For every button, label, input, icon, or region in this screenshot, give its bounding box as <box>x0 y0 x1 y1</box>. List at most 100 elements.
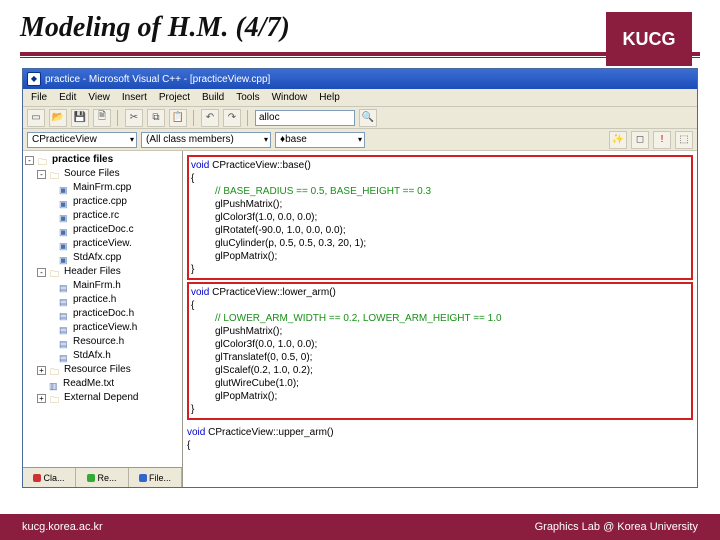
code-line: glColor3f(0.0, 1.0, 0.0); <box>191 338 689 351</box>
code-line: glRotatef(-90.0, 1.0, 0.0, 0.0); <box>191 224 689 237</box>
tab-classview[interactable]: Cla... <box>23 468 76 487</box>
menu-tools[interactable]: Tools <box>230 90 265 105</box>
cpp-file-icon: ▣ <box>59 225 71 235</box>
tree-file[interactable]: practiceDoc.c <box>73 223 134 237</box>
tab-fileview[interactable]: File... <box>129 468 182 487</box>
tree-file[interactable]: practiceView. <box>73 237 132 251</box>
tree-root[interactable]: practice files <box>52 153 113 167</box>
open-icon[interactable]: 📂 <box>49 109 67 127</box>
menu-insert[interactable]: Insert <box>116 90 153 105</box>
tree-file[interactable]: StdAfx.cpp <box>73 251 121 265</box>
tree-file[interactable]: practice.cpp <box>73 195 127 209</box>
class-toolbar: CPracticeView (All class members) ♦ base… <box>23 129 697 151</box>
tree-file[interactable]: MainFrm.h <box>73 279 121 293</box>
tree-file[interactable]: ReadMe.txt <box>63 377 114 391</box>
expand-icon[interactable]: + <box>37 394 46 403</box>
h-file-icon: ▤ <box>59 323 71 333</box>
menu-file[interactable]: File <box>25 90 53 105</box>
menubar: File Edit View Insert Project Build Tool… <box>23 89 697 107</box>
save-all-icon[interactable]: 🗎 <box>93 109 111 127</box>
ide-window: ◆ practice - Microsoft Visual C++ - [pra… <box>22 68 698 488</box>
menu-window[interactable]: Window <box>266 90 314 105</box>
kucg-badge: KUCG <box>606 12 692 66</box>
h-file-icon: ▤ <box>59 337 71 347</box>
find-combo[interactable]: alloc <box>255 110 355 126</box>
h-file-icon: ▤ <box>59 309 71 319</box>
resourceview-icon <box>87 474 95 482</box>
highlighted-block-lower-arm: void CPracticeView::lower_arm() { // LOW… <box>187 282 693 420</box>
workspace-tabs: Cla... Re... File... <box>23 467 182 487</box>
tree-folder-external[interactable]: External Depend <box>64 391 139 405</box>
cut-icon[interactable]: ✂ <box>125 109 143 127</box>
tree-file[interactable]: StdAfx.h <box>73 349 111 363</box>
fileview-icon <box>139 474 147 482</box>
tree-file[interactable]: Resource.h <box>73 335 124 349</box>
window-title: practice - Microsoft Visual C++ - [pract… <box>45 74 270 85</box>
members-dropdown[interactable]: (All class members) <box>141 132 271 148</box>
menu-project[interactable]: Project <box>153 90 196 105</box>
undo-icon[interactable]: ↶ <box>201 109 219 127</box>
cpp-file-icon: ▣ <box>59 253 71 263</box>
code-line: glTranslatef(0, 0.5, 0); <box>191 351 689 364</box>
alert-icon[interactable]: ! <box>653 131 671 149</box>
tree-file[interactable]: practiceDoc.h <box>73 307 134 321</box>
tab-resourceview[interactable]: Re... <box>76 468 129 487</box>
tree-folder-header[interactable]: Header Files <box>64 265 121 279</box>
fn1-sig: CPracticeView::base() <box>212 160 311 171</box>
tree-file[interactable]: practice.rc <box>73 209 119 223</box>
code-line: glPopMatrix(); <box>191 250 689 263</box>
fn2-sig: CPracticeView::lower_arm() <box>212 287 336 298</box>
redo-icon[interactable]: ↷ <box>223 109 241 127</box>
tree-file[interactable]: practice.h <box>73 293 116 307</box>
menu-view[interactable]: View <box>82 90 116 105</box>
bookmark-icon[interactable]: ◻ <box>631 131 649 149</box>
folder-icon: 🗀 <box>50 267 62 277</box>
footer-left: kucg.korea.ac.kr <box>22 521 103 533</box>
menu-edit[interactable]: Edit <box>53 90 82 105</box>
collapse-icon[interactable]: - <box>37 170 46 179</box>
code-comment: // BASE_RADIUS == 0.5, BASE_HEIGHT == 0.… <box>191 185 689 198</box>
collapse-icon[interactable]: - <box>25 156 34 165</box>
tree-folder-source[interactable]: Source Files <box>64 167 120 181</box>
standard-toolbar: ▭ 📂 💾 🗎 ✂ ⧉ 📋 ↶ ↷ alloc 🔍 <box>23 107 697 129</box>
copy-icon[interactable]: ⧉ <box>147 109 165 127</box>
tree-file[interactable]: practiceView.h <box>73 321 137 335</box>
classview-icon <box>33 474 41 482</box>
tab-label: Cla... <box>43 473 64 483</box>
toolbar-separator <box>247 110 249 126</box>
window-titlebar[interactable]: ◆ practice - Microsoft Visual C++ - [pra… <box>23 69 697 89</box>
h-file-icon: ▤ <box>59 351 71 361</box>
app-icon: ◆ <box>27 72 41 86</box>
code-line: glColor3f(1.0, 0.0, 0.0); <box>191 211 689 224</box>
code-editor[interactable]: void CPracticeView::base() { // BASE_RAD… <box>183 151 697 487</box>
collapse-icon[interactable]: - <box>37 268 46 277</box>
footer-right: Graphics Lab @ Korea University <box>535 521 698 533</box>
tree-folder-resource[interactable]: Resource Files <box>64 363 131 377</box>
folder-icon: 🗀 <box>50 393 62 403</box>
cpp-file-icon: ▣ <box>59 183 71 193</box>
workspace-icon: 🗀 <box>38 155 50 165</box>
cpp-file-icon: ▣ <box>59 239 71 249</box>
new-file-icon[interactable]: ▭ <box>27 109 45 127</box>
file-tree[interactable]: -🗀practice files -🗀Source Files ▣MainFrm… <box>23 151 182 467</box>
fn3-sig: CPracticeView::upper_arm() <box>208 427 333 438</box>
function-dropdown-label: base <box>285 134 307 145</box>
tab-label: File... <box>149 473 171 483</box>
wizard-icon[interactable]: ✨ <box>609 131 627 149</box>
function-dropdown[interactable]: ♦ base <box>275 132 365 148</box>
ide-main: -🗀practice files -🗀Source Files ▣MainFrm… <box>23 151 697 487</box>
project-icon[interactable]: ⬚ <box>675 131 693 149</box>
save-icon[interactable]: 💾 <box>71 109 89 127</box>
menu-help[interactable]: Help <box>313 90 346 105</box>
code-comment: // LOWER_ARM_WIDTH == 0.2, LOWER_ARM_HEI… <box>191 312 689 325</box>
menu-build[interactable]: Build <box>196 90 230 105</box>
paste-icon[interactable]: 📋 <box>169 109 187 127</box>
tab-label: Re... <box>97 473 116 483</box>
expand-icon[interactable]: + <box>37 366 46 375</box>
workspace-sidebar: -🗀practice files -🗀Source Files ▣MainFrm… <box>23 151 183 487</box>
tree-file[interactable]: MainFrm.cpp <box>73 181 131 195</box>
find-icon[interactable]: 🔍 <box>359 109 377 127</box>
code-line: glScalef(0.2, 1.0, 0.2); <box>191 364 689 377</box>
toolbar-separator <box>117 110 119 126</box>
class-dropdown[interactable]: CPracticeView <box>27 132 137 148</box>
